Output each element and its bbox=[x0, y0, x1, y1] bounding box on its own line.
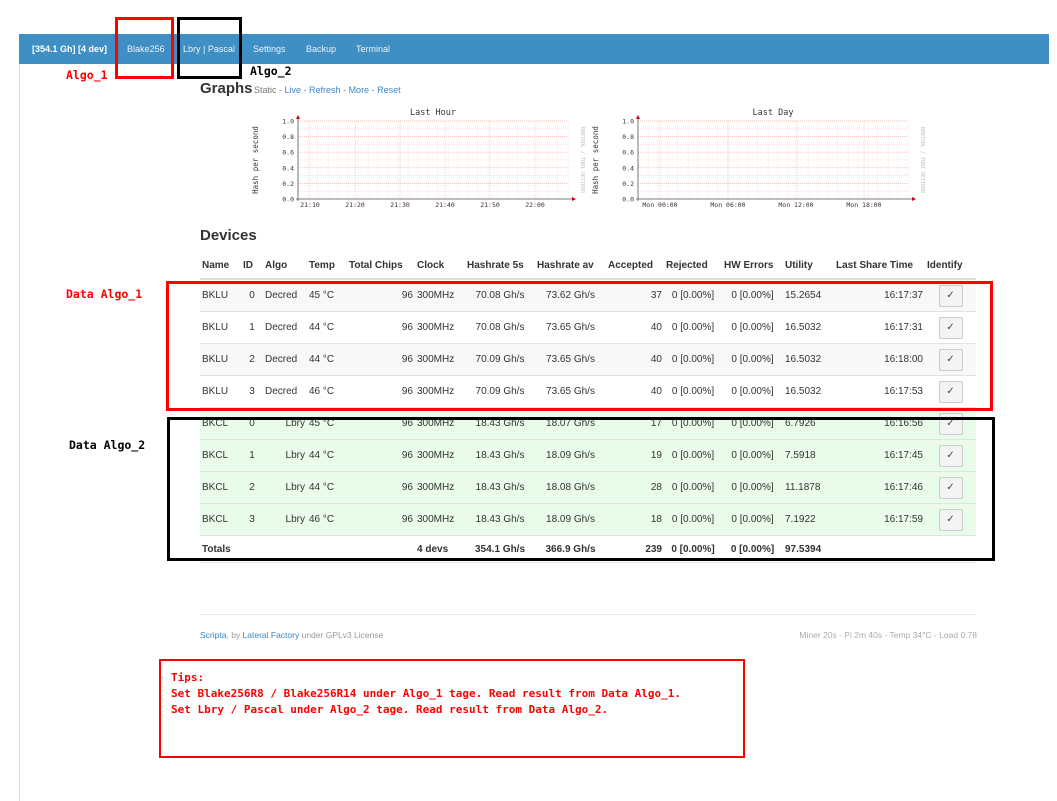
data-algo2-highlight-box bbox=[167, 417, 995, 561]
col-header-rejected: Rejected bbox=[664, 252, 722, 280]
chart-y-axis-arrow bbox=[296, 115, 300, 119]
chart-y-axis-arrow bbox=[636, 115, 640, 119]
chart-x-tick-label: 21:40 bbox=[435, 201, 455, 209]
chart-x-tick-label: 21:30 bbox=[390, 201, 410, 209]
chart-y-tick-label: 1.0 bbox=[282, 118, 294, 126]
algo2-highlight-box bbox=[177, 17, 242, 79]
navbar-brand-status[interactable]: [354.1 Gh] [4 dev] bbox=[32, 34, 107, 64]
chart-x-tick-label: 21:10 bbox=[300, 201, 320, 209]
tips-line-1: Set Blake256R8 / Blake256R14 under Algo_… bbox=[171, 687, 681, 700]
chart-y-tick-label: 0.6 bbox=[282, 149, 294, 157]
footer-credits: Scripta, by Lateral Factory under GPLv3 … bbox=[200, 630, 384, 640]
col-header-identify: Identify bbox=[925, 252, 976, 280]
col-header-hw-errors: HW Errors bbox=[722, 252, 783, 280]
graphs-heading: Graphs bbox=[200, 80, 253, 97]
chart-x-tick-label: Mon 00:00 bbox=[642, 201, 677, 209]
col-header-hashrate-av: Hashrate av bbox=[535, 252, 606, 280]
data-algo1-highlight-box bbox=[166, 281, 993, 411]
col-header-clock: Clock bbox=[415, 252, 465, 280]
nav-tab-backup[interactable]: Backup bbox=[306, 34, 336, 64]
data-algo1-annotation: Data Algo_1 bbox=[66, 287, 143, 301]
col-header-algo: Algo bbox=[263, 252, 307, 280]
graph-link-more[interactable]: More bbox=[349, 85, 370, 95]
chart-x-tick-label: Mon 18:00 bbox=[846, 201, 881, 209]
footer-link-scripta[interactable]: Scripta bbox=[200, 630, 226, 640]
chart-title: Last Day bbox=[753, 108, 794, 118]
graph-link-reset[interactable]: Reset bbox=[377, 85, 401, 95]
chart-title: Last Hour bbox=[410, 108, 456, 118]
tips-line-2: Set Lbry / Pascal under Algo_2 tage. Rea… bbox=[171, 703, 609, 716]
chart-y-tick-label: 1.0 bbox=[622, 118, 634, 126]
chart-x-tick-label: Mon 06:00 bbox=[710, 201, 745, 209]
chart-watermark: RRDTOOL / TOBI OETIKER bbox=[579, 127, 585, 194]
chart-y-tick-label: 0.6 bbox=[622, 149, 634, 157]
chart-y-axis-label: Hash per second bbox=[591, 126, 600, 194]
nav-tab-settings[interactable]: Settings bbox=[253, 34, 286, 64]
col-header-last-share-time: Last Share Time bbox=[834, 252, 925, 280]
chart-watermark: RRDTOOL / TOBI OETIKER bbox=[919, 127, 925, 194]
nav-tab-terminal[interactable]: Terminal bbox=[356, 34, 390, 64]
algo1-highlight-box bbox=[115, 17, 174, 79]
chart-x-tick-label: 21:50 bbox=[480, 201, 500, 209]
tips-title: Tips: bbox=[171, 671, 205, 684]
col-header-utility: Utility bbox=[783, 252, 834, 280]
chart-y-tick-label: 0.0 bbox=[622, 196, 634, 204]
footer-system-status: Miner 20s - Pi 2m 40s - Temp 34°C - Load… bbox=[799, 630, 977, 640]
col-header-total-chips: Total Chips bbox=[347, 252, 415, 280]
data-algo2-annotation: Data Algo_2 bbox=[69, 438, 146, 452]
chart-y-tick-label: 0.0 bbox=[282, 196, 294, 204]
graph-last-day: Last Day Hash per second RRDTOOL / TOBI OE… bbox=[591, 108, 925, 209]
col-header-accepted: Accepted bbox=[606, 252, 664, 280]
tips-box: Tips: Set Blake256R8 / Blake256R14 under… bbox=[159, 659, 745, 758]
graph-link-refresh[interactable]: Refresh bbox=[309, 85, 341, 95]
algo1-annotation: Algo_1 bbox=[66, 68, 108, 82]
graph-static-label: Static - bbox=[254, 85, 283, 95]
graph-last-hour: Last Hour Hash per second RRDTOOL / TOBI O… bbox=[251, 108, 585, 209]
chart-y-tick-label: 0.8 bbox=[622, 133, 634, 141]
chart-y-tick-label: 0.2 bbox=[282, 180, 294, 188]
left-border bbox=[19, 64, 20, 801]
algo2-annotation: Algo_2 bbox=[250, 64, 292, 78]
footer-divider bbox=[200, 614, 976, 615]
graph-link-live[interactable]: Live bbox=[285, 85, 302, 95]
chart-x-tick-label: 22:00 bbox=[525, 201, 545, 209]
col-header-temp: Temp bbox=[307, 252, 347, 280]
chart-y-axis-label: Hash per second bbox=[251, 126, 260, 194]
footer-link-lateral-factory[interactable]: Lateral Factory bbox=[243, 630, 300, 640]
col-header-id: ID bbox=[241, 252, 263, 280]
chart-y-tick-label: 0.2 bbox=[622, 180, 634, 188]
col-header-name: Name bbox=[200, 252, 241, 280]
graph-mode-links: Static - Live - Refresh - More - Reset bbox=[254, 85, 401, 95]
chart-x-axis-arrow bbox=[912, 197, 916, 201]
chart-y-tick-label: 0.4 bbox=[282, 164, 294, 172]
chart-x-tick-label: Mon 12:00 bbox=[778, 201, 813, 209]
chart-x-axis-arrow bbox=[572, 197, 576, 201]
chart-y-tick-label: 0.4 bbox=[622, 164, 634, 172]
devices-header-row: Name ID Algo Temp Total Chips Clock Hash… bbox=[200, 252, 976, 280]
col-header-hashrate-5s: Hashrate 5s bbox=[465, 252, 535, 280]
devices-heading: Devices bbox=[200, 227, 257, 244]
chart-x-tick-label: 21:20 bbox=[345, 201, 365, 209]
chart-y-tick-label: 0.8 bbox=[282, 133, 294, 141]
